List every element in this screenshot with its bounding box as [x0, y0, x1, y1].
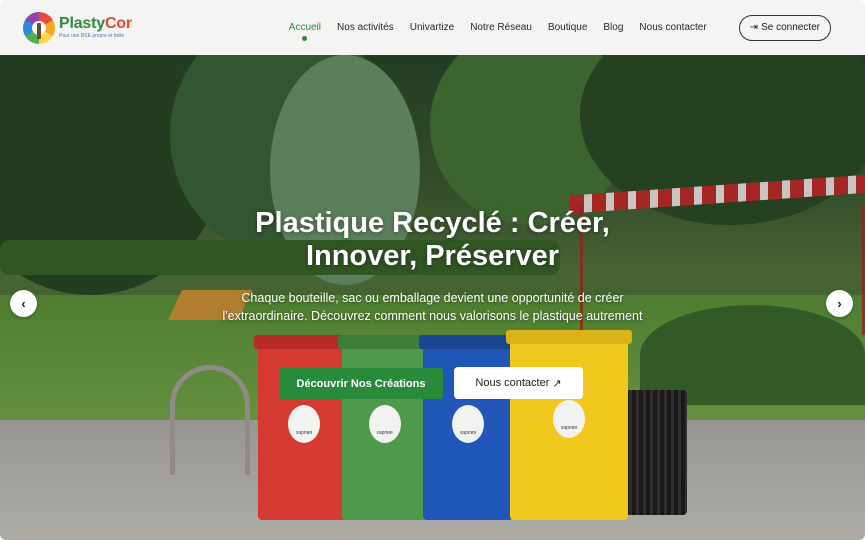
site-header: PlastyCor Pour une RSE propre et belle A…: [0, 0, 865, 55]
logo-icon: [23, 11, 55, 44]
nav-item-contact[interactable]: Nous contacter: [639, 22, 706, 33]
nav-item-accueil[interactable]: Accueil: [289, 22, 321, 41]
nav-item-univartize[interactable]: Univartize: [410, 22, 454, 33]
page: PlastyCor Pour une RSE propre et belle A…: [0, 0, 865, 540]
nav-item-activites[interactable]: Nos activités: [337, 22, 394, 33]
hero-section: харпия харпия харпия харпия Plastique Re…: [0, 55, 865, 540]
hero-title: Plastique Recyclé : Créer, Innover, Prés…: [255, 207, 610, 272]
arrow-up-right-icon: ↗: [552, 377, 562, 390]
nav-item-boutique[interactable]: Boutique: [548, 22, 587, 33]
contact-us-button[interactable]: Nous contacter ↗: [454, 367, 583, 399]
logo[interactable]: PlastyCor Pour une RSE propre et belle: [23, 11, 132, 44]
nav-item-blog[interactable]: Blog: [603, 22, 623, 33]
login-label: Se connecter: [761, 22, 820, 33]
carousel-next-button[interactable]: ›: [826, 290, 853, 317]
contact-us-label: Nous contacter: [475, 377, 550, 389]
brand-name: PlastyCor: [59, 15, 132, 32]
carousel-prev-button[interactable]: ‹: [10, 290, 37, 317]
discover-creations-button[interactable]: Découvrir Nos Créations: [279, 368, 443, 399]
hero-subtitle: Chaque bouteille, sac ou emballage devie…: [222, 291, 643, 323]
chevron-right-icon: ›: [837, 296, 842, 311]
brand-tagline: Pour une RSE propre et belle: [59, 33, 125, 39]
chevron-left-icon: ‹: [21, 296, 26, 311]
login-button[interactable]: ⇥ Se connecter: [738, 14, 831, 41]
nav-item-reseau[interactable]: Notre Réseau: [470, 22, 532, 33]
login-icon: ⇥: [749, 22, 759, 33]
main-nav: Accueil Nos activités Univartize Notre R…: [289, 22, 707, 41]
